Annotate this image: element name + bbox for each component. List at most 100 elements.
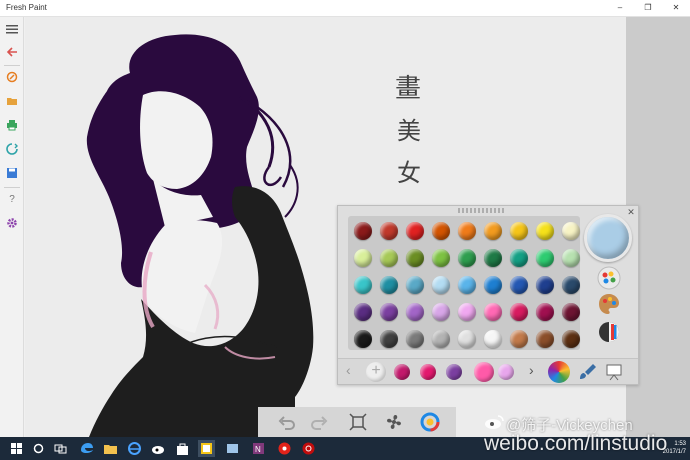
paint-swatch[interactable] (458, 276, 476, 294)
paint-swatch[interactable] (458, 330, 476, 348)
store-icon[interactable] (174, 440, 191, 457)
brush-icon[interactable] (578, 362, 598, 382)
paint-swatch[interactable] (510, 330, 528, 348)
hair-strand (263, 166, 283, 187)
color-wheel-icon[interactable] (548, 361, 570, 383)
paint-swatch[interactable] (562, 330, 580, 348)
color-palette[interactable]: ✕ ‹ › + (337, 205, 639, 385)
paint-swatch[interactable] (562, 303, 580, 321)
paint-swatch[interactable] (458, 303, 476, 321)
start-icon[interactable] (8, 440, 25, 457)
open-icon[interactable] (4, 93, 20, 109)
paint-swatch[interactable] (354, 303, 372, 321)
paint-swatch[interactable] (380, 249, 398, 267)
paint-swatch[interactable] (536, 222, 554, 240)
paint-swatch[interactable] (484, 276, 502, 294)
mixed-color-swatch[interactable] (474, 362, 494, 382)
task-view-icon[interactable] (52, 440, 69, 457)
paint-swatch[interactable] (406, 222, 424, 240)
paint-swatch[interactable] (432, 222, 450, 240)
paint-swatch[interactable] (484, 330, 502, 348)
fan-icon[interactable] (384, 412, 404, 432)
mixed-color-swatch[interactable] (498, 364, 514, 380)
print-icon[interactable] (4, 117, 20, 133)
paint-swatch[interactable] (354, 276, 372, 294)
back-icon[interactable] (4, 44, 20, 60)
share-icon[interactable] (4, 141, 20, 157)
chevron-left-icon[interactable]: ‹ (346, 362, 351, 378)
paint-swatch[interactable] (432, 330, 450, 348)
paint-swatch[interactable] (406, 330, 424, 348)
calligraphy-char: 女 (397, 159, 421, 187)
fit-screen-icon[interactable] (348, 412, 368, 432)
paint-swatch[interactable] (380, 330, 398, 348)
edge-icon[interactable] (78, 440, 95, 457)
paint-swatch-icon[interactable] (597, 320, 621, 344)
paint-swatch[interactable] (536, 303, 554, 321)
paint-swatch[interactable] (380, 276, 398, 294)
color-mixer-icon[interactable] (597, 266, 621, 290)
onenote-icon[interactable]: N (250, 440, 267, 457)
paint-swatch[interactable] (510, 222, 528, 240)
undo-icon[interactable] (276, 412, 296, 432)
paint-swatch[interactable] (510, 303, 528, 321)
paint-swatch[interactable] (380, 303, 398, 321)
paint-swatch[interactable] (380, 222, 398, 240)
mixed-color-swatch[interactable] (420, 364, 436, 380)
paint-swatch[interactable] (458, 249, 476, 267)
sidebar-divider (4, 65, 20, 66)
restore-button[interactable]: ❐ (634, 0, 662, 16)
palette-drag-handle[interactable] (458, 208, 504, 213)
paint-swatch[interactable] (354, 222, 372, 240)
window-title: Fresh Paint (6, 3, 47, 12)
save-icon[interactable] (4, 165, 20, 181)
paint-swatch[interactable] (458, 222, 476, 240)
paint-swatch[interactable] (406, 276, 424, 294)
paint-swatch[interactable] (484, 249, 502, 267)
weibo-icon[interactable] (150, 440, 167, 457)
paint-swatch[interactable] (536, 249, 554, 267)
ink-icon[interactable] (224, 440, 241, 457)
cortana-icon[interactable] (30, 440, 47, 457)
paint-swatch[interactable] (406, 303, 424, 321)
paint-swatch[interactable] (432, 276, 450, 294)
paint-swatch[interactable] (406, 249, 424, 267)
paint-swatch[interactable] (484, 222, 502, 240)
minimize-button[interactable]: – (606, 0, 634, 16)
mixed-color-swatch[interactable] (446, 364, 462, 380)
menu-icon[interactable] (4, 21, 20, 37)
redo-icon[interactable] (310, 412, 330, 432)
paint-swatch[interactable] (562, 222, 580, 240)
paint-swatch[interactable] (510, 276, 528, 294)
paint-swatch[interactable] (354, 249, 372, 267)
current-color-swatch[interactable] (584, 214, 632, 262)
paint-swatch[interactable] (354, 330, 372, 348)
easel-icon[interactable] (604, 362, 624, 382)
paint-swatch[interactable] (562, 249, 580, 267)
hair-strand (284, 164, 299, 218)
fresh-paint-icon[interactable] (198, 440, 215, 457)
palette-icon[interactable] (597, 292, 621, 316)
netease-icon[interactable] (300, 440, 317, 457)
paint-swatch[interactable] (484, 303, 502, 321)
new-icon[interactable] (4, 69, 20, 85)
add-color-icon[interactable]: + (366, 362, 386, 382)
mixed-color-swatch[interactable] (394, 364, 410, 380)
close-button[interactable]: ✕ (662, 0, 690, 16)
paint-swatch[interactable] (536, 330, 554, 348)
settings-icon[interactable] (4, 215, 20, 231)
paint-swatch[interactable] (432, 249, 450, 267)
svg-text:N: N (255, 445, 261, 454)
file-explorer-icon[interactable] (102, 440, 119, 457)
paint-swatch[interactable] (510, 249, 528, 267)
ie-icon[interactable] (126, 440, 143, 457)
fresh-paint-window: Fresh Paint – ❐ ✕ ? 畫 美 女 ✕ ‹ › + N 1:53… (0, 0, 690, 460)
paint-swatch[interactable] (536, 276, 554, 294)
music-icon[interactable] (276, 440, 293, 457)
help-icon[interactable]: ? (4, 191, 20, 207)
paint-swatch[interactable] (562, 276, 580, 294)
chevron-right-icon[interactable]: › (529, 362, 534, 378)
close-icon[interactable]: ✕ (626, 207, 636, 217)
color-wheel-icon[interactable] (420, 412, 440, 432)
paint-swatch[interactable] (432, 303, 450, 321)
